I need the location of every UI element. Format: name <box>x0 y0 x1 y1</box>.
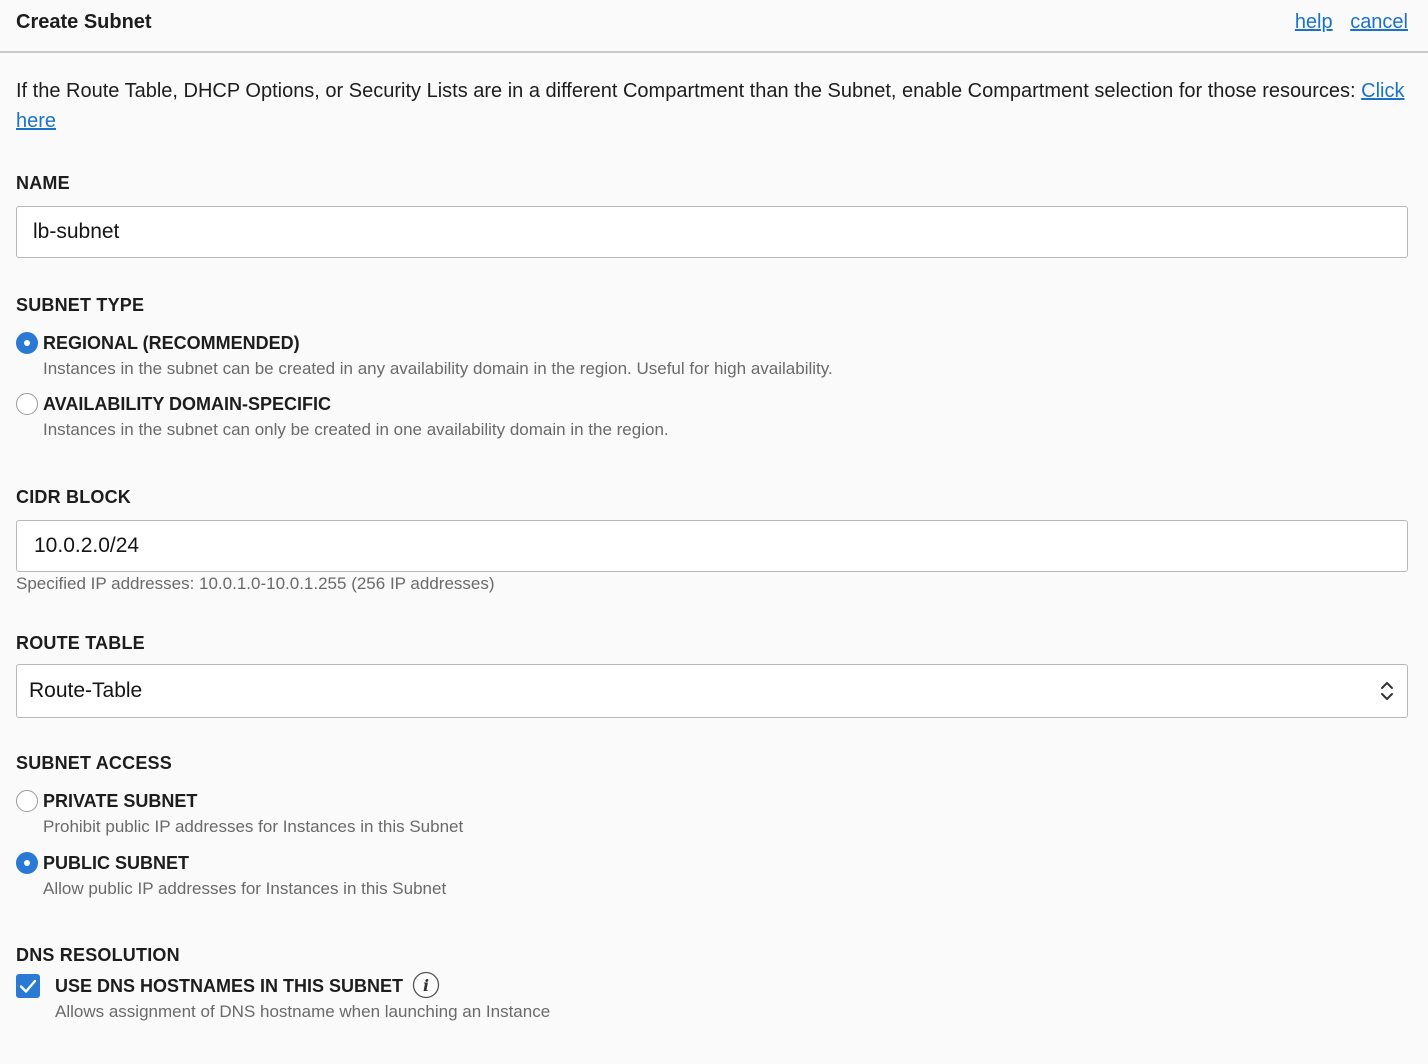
dialog-header: Create Subnet help cancel <box>0 0 1428 53</box>
cidr-input[interactable]: 10.0.2.0/24 <box>16 520 1408 572</box>
chevron-up-down-icon <box>1381 682 1393 700</box>
help-link[interactable]: help <box>1295 11 1333 33</box>
compartment-intro: If the Route Table, DHCP Options, or Sec… <box>16 76 1406 136</box>
subnet-type-label: SUBNET TYPE <box>16 295 145 315</box>
name-label: NAME <box>16 173 70 193</box>
dns-resolution-label: DNS RESOLUTION <box>16 945 180 965</box>
cidr-label: CIDR BLOCK <box>16 487 131 507</box>
regional-description: Instances in the subnet can be created i… <box>43 359 833 378</box>
private-subnet-description: Prohibit public IP addresses for Instanc… <box>43 817 464 836</box>
regional-label: REGIONAL (RECOMMENDED) <box>43 333 300 353</box>
dialog-title: Create Subnet <box>16 11 152 33</box>
svg-text:i: i <box>423 976 429 995</box>
route-table-label: ROUTE TABLE <box>16 633 145 653</box>
ad-specific-label: AVAILABILITY DOMAIN-SPECIFIC <box>43 394 331 414</box>
dns-hostnames-checkbox[interactable] <box>16 974 40 998</box>
name-input[interactable]: lb-subnet <box>16 206 1408 258</box>
dns-hostnames-label-wrap: USE DNS HOSTNAMES IN THIS SUBNET i <box>55 972 440 999</box>
dns-hostnames-description: Allows assignment of DNS hostname when l… <box>55 1002 551 1021</box>
cancel-link[interactable]: cancel <box>1350 11 1408 33</box>
route-table-select[interactable]: Route-Table <box>16 664 1408 718</box>
dns-hostnames-label: USE DNS HOSTNAMES IN THIS SUBNET <box>55 976 404 996</box>
checkmark-icon <box>19 979 37 993</box>
cidr-hint: Specified IP addresses: 10.0.1.0-10.0.1.… <box>16 574 495 593</box>
public-subnet-description: Allow public IP addresses for Instances … <box>43 879 447 898</box>
header-links: help cancel <box>1283 11 1408 34</box>
route-table-value: Route-Table <box>29 679 143 702</box>
public-subnet-radio[interactable] <box>16 852 38 874</box>
subnet-access-label: SUBNET ACCESS <box>16 753 172 773</box>
private-subnet-label: PRIVATE SUBNET <box>43 791 198 811</box>
private-subnet-radio[interactable] <box>16 790 38 812</box>
ad-specific-radio[interactable] <box>16 393 38 415</box>
info-icon[interactable]: i <box>412 971 440 999</box>
intro-text: If the Route Table, DHCP Options, or Sec… <box>16 80 1356 102</box>
public-subnet-label: PUBLIC SUBNET <box>43 853 190 873</box>
ad-specific-description: Instances in the subnet can only be crea… <box>43 420 669 439</box>
regional-radio[interactable] <box>16 332 38 354</box>
